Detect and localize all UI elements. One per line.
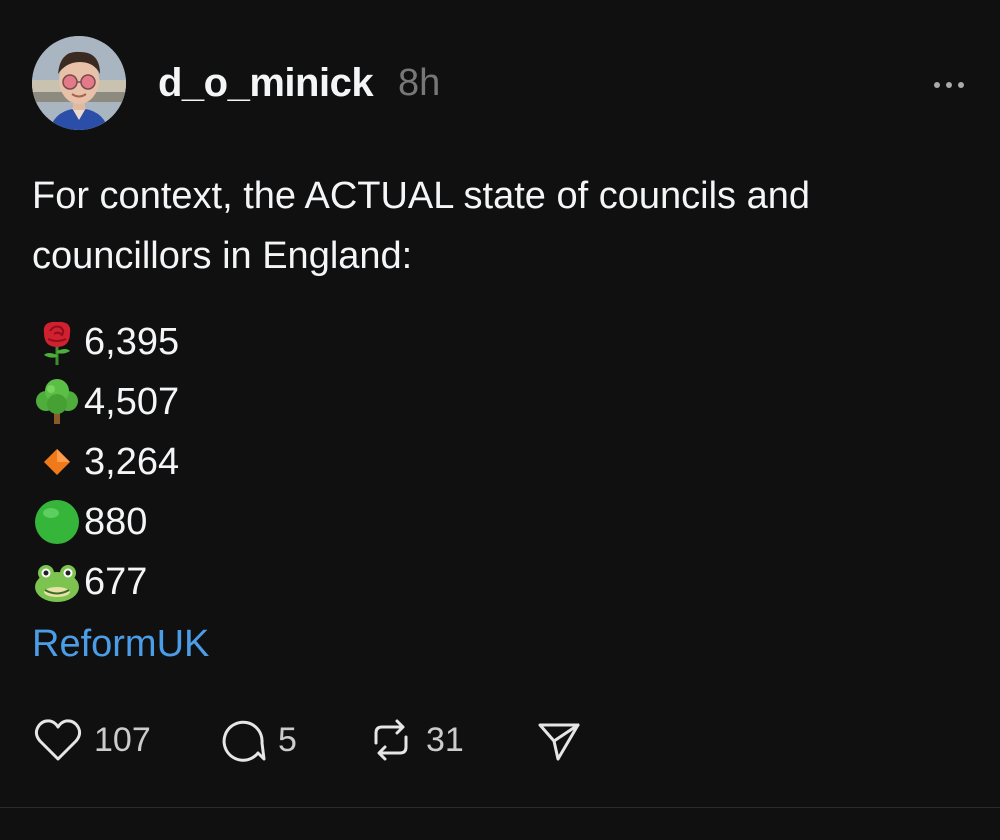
stat-line-diamond: 3,264 xyxy=(32,432,432,492)
stat-line-green-circle: 880 xyxy=(32,492,432,552)
post-actions-bar: 107 5 31 xyxy=(32,712,584,768)
like-count: 107 xyxy=(94,720,151,759)
reply-button[interactable]: 5 xyxy=(218,712,366,768)
rose-icon xyxy=(32,317,82,367)
topic-tag-link[interactable]: ReformUK xyxy=(32,614,209,674)
post-timestamp: 8h xyxy=(398,62,441,104)
author-username[interactable]: d_o_minick xyxy=(158,56,374,110)
stat-line-tree: 4,507 xyxy=(32,372,432,432)
stat-value: 3,264 xyxy=(84,440,180,483)
council-stats-list: 6,395 4,507 3,264 880 677 xyxy=(32,312,432,612)
send-icon xyxy=(534,715,584,765)
post-text: For context, the ACTUAL state of council… xyxy=(32,175,810,277)
frog-face-icon xyxy=(32,557,82,607)
heart-icon xyxy=(32,716,84,764)
stat-value: 677 xyxy=(84,560,148,603)
reply-count: 5 xyxy=(278,720,297,759)
repost-button[interactable]: 31 xyxy=(366,712,534,768)
stat-value: 6,395 xyxy=(84,320,180,363)
repost-count: 31 xyxy=(426,720,464,759)
deciduous-tree-icon xyxy=(32,377,82,427)
stat-value: 4,507 xyxy=(84,380,180,423)
green-circle-icon xyxy=(32,497,82,547)
stat-line-rose: 6,395 xyxy=(32,312,432,372)
post-divider xyxy=(0,807,1000,808)
avatar[interactable] xyxy=(32,36,126,130)
thread-post: d_o_minick 8h For context, the ACTUAL st… xyxy=(0,0,1000,808)
like-button[interactable]: 107 xyxy=(32,712,218,768)
orange-diamond-icon xyxy=(32,437,82,487)
stat-value: 880 xyxy=(84,500,148,543)
stat-line-frog: 677 xyxy=(32,552,432,612)
more-options-icon[interactable] xyxy=(926,70,972,100)
comment-icon xyxy=(218,715,268,765)
share-button[interactable] xyxy=(534,712,584,768)
repost-icon xyxy=(366,715,416,765)
